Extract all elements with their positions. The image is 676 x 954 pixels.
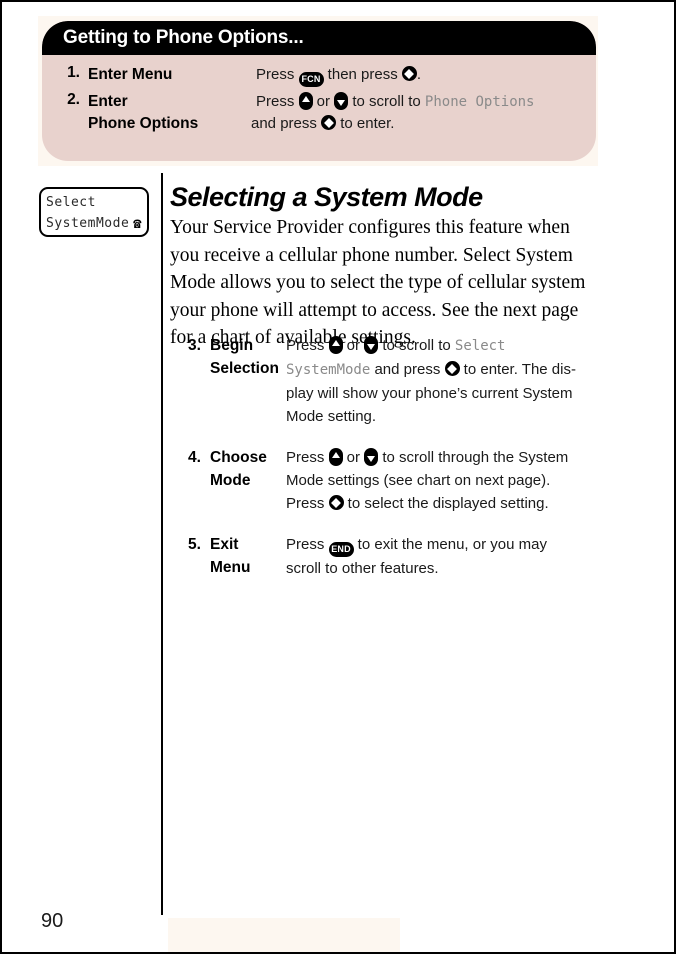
step-5-title-line1: Exit	[210, 536, 239, 553]
callout-body: 1. Enter Menu Press FCN then press . 2. …	[42, 55, 596, 135]
and-press-label: and press	[370, 361, 445, 378]
press-label: Press	[286, 536, 329, 553]
callout-step-2-title-line2: Phone Options	[88, 115, 199, 132]
scroll-other-features-label: scroll to other features.	[286, 560, 439, 577]
step-4-title-line1: Choose	[210, 449, 267, 466]
down-arrow-key-icon[interactable]	[334, 92, 349, 110]
phone-display-line-2-text: SystemMode	[46, 216, 130, 231]
callout-step-2: 2. Enter Phone Options Press or to scrol…	[42, 91, 596, 135]
step-4-titleblock: Choose Mode	[210, 446, 286, 492]
step-3-description: Press or to scroll to Select SystemMode a…	[286, 334, 598, 428]
mode-setting-label: Mode setting.	[286, 408, 377, 425]
phone-display-line-1-text: Select	[46, 195, 96, 210]
callout-step-2-title-line1: Enter	[88, 93, 128, 110]
phone-display-line-1: Select	[46, 192, 142, 213]
procedure-steps: 3. Begin Selection Press or to scroll to…	[188, 334, 598, 598]
scroll-through-system-label: to scroll through the System	[378, 449, 569, 466]
select-key-icon[interactable]	[444, 361, 460, 376]
getting-to-phone-options-callout: Getting to Phone Options... 1. Enter Men…	[42, 21, 596, 161]
step-5-number: 5.	[188, 536, 201, 553]
phone-display-graphic: Select SystemMode ☎	[39, 187, 149, 237]
to-enter-label: to enter.	[336, 115, 395, 132]
scroll-to-label: to scroll to	[378, 337, 455, 354]
callout-step-1-number: 1.	[67, 64, 80, 81]
step-3-number: 3.	[188, 337, 201, 354]
manual-page: Getting to Phone Options... 1. Enter Men…	[0, 0, 676, 954]
or-label: or	[312, 93, 335, 110]
step-5-description: Press END to exit the menu, or you may sc…	[286, 533, 598, 580]
page-number: 90	[41, 910, 64, 932]
select-key-icon[interactable]	[401, 66, 417, 81]
to-enter-display-label: to enter. The dis-	[459, 361, 576, 378]
to-exit-menu-label: to exit the menu, or you may	[353, 536, 547, 553]
press-label: Press	[286, 449, 329, 466]
step-4-description: Press or to scroll through the System Mod…	[286, 446, 598, 515]
systemmode-lcd-text: SystemMode	[286, 362, 371, 378]
and-press-label: and press	[251, 115, 322, 132]
callout-title: Getting to Phone Options...	[63, 27, 304, 48]
step-4-title-line2: Mode	[210, 472, 251, 489]
press-label: Press	[256, 66, 299, 83]
press-label: Press	[256, 93, 299, 110]
then-press-label: then press	[323, 66, 402, 83]
callout-step-2-number: 2.	[67, 91, 80, 108]
phone-options-lcd-text: Phone Options	[424, 94, 535, 110]
step-3-titleblock: Begin Selection	[210, 334, 286, 380]
phone-display-line-2: SystemMode ☎	[46, 213, 142, 234]
callout-step-1-title: Enter Menu	[88, 66, 173, 83]
callout-step-1: 1. Enter Menu Press FCN then press .	[42, 64, 596, 87]
step-3-title-line2: Selection	[210, 360, 279, 377]
step-5-titleblock: Exit Menu	[210, 533, 286, 579]
or-label: or	[342, 449, 365, 466]
footer-color-band	[168, 918, 400, 952]
press-label: Press	[286, 337, 329, 354]
or-label: or	[342, 337, 365, 354]
telephone-icon: ☎	[133, 215, 142, 232]
callout-step-2-titleblock: Enter Phone Options	[80, 91, 256, 135]
end-key-icon[interactable]: END	[328, 542, 354, 557]
down-arrow-key-icon[interactable]	[364, 448, 379, 466]
up-arrow-key-icon[interactable]	[328, 448, 343, 466]
callout-step-1-titleblock: Enter Menu	[80, 64, 256, 86]
page-title: Selecting a System Mode	[170, 182, 483, 212]
step-3: 3. Begin Selection Press or to scroll to…	[188, 334, 598, 428]
up-arrow-key-icon[interactable]	[298, 92, 313, 110]
scroll-to-label: to scroll to	[348, 93, 425, 110]
step-5-title-line2: Menu	[210, 559, 251, 576]
select-key-icon[interactable]	[328, 495, 344, 510]
up-arrow-key-icon[interactable]	[328, 336, 343, 354]
step-3-title-line1: Begin	[210, 337, 254, 354]
step-5: 5. Exit Menu Press END to exit the menu,…	[188, 533, 598, 580]
play-will-show-label: play will show your phone’s current Syst…	[286, 385, 573, 402]
mode-settings-chart-label: Mode settings (see chart on next page).	[286, 472, 551, 489]
to-select-displayed-label: to select the displayed setting.	[343, 495, 549, 512]
callout-step-2-description: Press or to scroll to Phone Options and …	[251, 91, 596, 135]
callout-step-1-description: Press FCN then press .	[256, 64, 596, 87]
step-4-number: 4.	[188, 449, 201, 466]
callout-header-bar: Getting to Phone Options...	[42, 21, 596, 55]
intro-paragraph: Your Service Provider configures this fe…	[170, 217, 586, 348]
period-label: .	[416, 66, 422, 83]
down-arrow-key-icon[interactable]	[364, 336, 379, 354]
press-label-2: Press	[286, 495, 329, 512]
fcn-key-icon[interactable]: FCN	[298, 72, 324, 87]
step-4: 4. Choose Mode Press or to scroll throug…	[188, 446, 598, 515]
column-divider-rule	[161, 173, 163, 915]
select-lcd-text: Select	[454, 338, 506, 354]
select-key-icon[interactable]	[321, 115, 337, 130]
